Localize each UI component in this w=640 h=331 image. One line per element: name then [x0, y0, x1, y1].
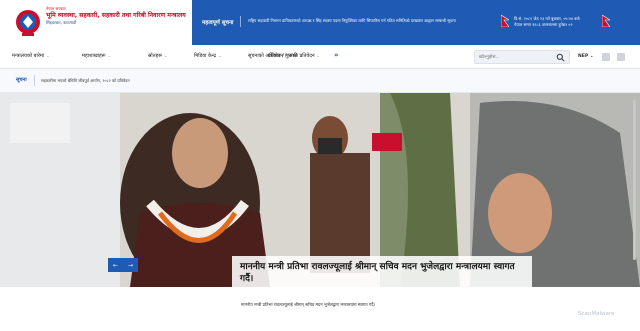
search-icon[interactable] — [556, 53, 565, 62]
hero-caption-box: माननीय मन्त्री प्रतिभा रावलज्यूलाई श्रीम… — [232, 256, 532, 288]
watermark: ScanMalware — [578, 311, 615, 317]
date-time: वि.सं. २०८२ जेठ २३ गते बुधवार, ०५:२४ बजे… — [514, 16, 580, 28]
nav-item-reports[interactable]: प्रतिवेदन / प्रगति प्रतिवेदन ⌄ — [268, 53, 320, 59]
facebook-icon[interactable] — [602, 53, 610, 61]
ministry-name: भूमि व्यवस्था, सहकारी, सहकारी तथा गरिबी … — [46, 12, 186, 19]
nepal-emblem-icon — [16, 10, 40, 36]
chevron-down-icon: ⌄ — [46, 53, 50, 58]
language-selector[interactable]: NEP ⌄ — [578, 54, 594, 59]
nepal-flag-icon — [602, 15, 610, 27]
slider-controls: ← → — [108, 258, 138, 272]
brand-block[interactable]: नेपाल सरकार भूमि व्यवस्था, सहकारी, सहकार… — [0, 0, 192, 45]
date-line-2: नेपाल समय १२८६ अन्तरालमा हुनेछ। ०२ — [514, 22, 573, 27]
nav-item-resources[interactable]: स्रोतहरू ⌄ — [148, 53, 167, 59]
notice-link[interactable]: राष्ट्रिय सहकारी नियमन प्राधिकरणको अध्यक… — [248, 18, 488, 24]
arrow-right-icon[interactable]: → — [128, 262, 133, 269]
chevron-down-icon: ⌄ — [107, 53, 111, 58]
nepal-flag-icon — [501, 15, 509, 27]
ticker-label: सूचना — [16, 77, 27, 83]
search-box — [474, 50, 570, 64]
nav-item-media[interactable]: मिडिया केन्द्र ⌄ — [194, 53, 221, 59]
site-header: नेपाल सरकार भूमि व्यवस्था, सहकारी, सहकार… — [0, 0, 640, 45]
news-ticker: सूचना सहकारीमा भएको बेथिति जीवपूर्व आयोग… — [0, 69, 640, 93]
nav-item-divisions[interactable]: महाशाखाहरू ⌄ — [82, 53, 111, 59]
search-input[interactable] — [479, 53, 555, 62]
address: सिंहदरबार, काठमाडौं — [46, 20, 77, 25]
hero-subcaption: माननीय मन्त्री प्रतिभा रावलज्यूलाई श्रीम… — [241, 302, 376, 307]
chevron-down-icon: ⌄ — [316, 53, 321, 58]
ticker-link[interactable]: सहकारीमा भएको बेथिति जीवपूर्व आयोग, २०८२… — [41, 78, 130, 84]
hero-caption: माननीय मन्त्री प्रतिभा रावलज्यूलाई श्रीम… — [240, 262, 515, 284]
nav-item-about[interactable]: मन्त्रालयको बारेमा ⌄ — [12, 53, 50, 59]
arrow-left-icon[interactable]: ← — [113, 262, 118, 269]
notice-bar: महत्वपूर्ण सूचना राष्ट्रिय सहकारी नियमन … — [192, 0, 640, 45]
ticker-divider — [34, 75, 35, 86]
chevron-down-icon: ⌄ — [218, 53, 222, 58]
chevron-down-icon: ⌄ — [164, 53, 168, 58]
chevron-down-icon: ⌄ — [589, 54, 594, 59]
brand-text: नेपाल सरकार भूमि व्यवस्था, सहकारी, सहकार… — [46, 6, 186, 26]
instagram-icon[interactable] — [617, 53, 625, 61]
nav-more-button[interactable]: » — [334, 51, 339, 59]
notice-title: महत्वपूर्ण सूचना — [202, 16, 242, 27]
scrollbar[interactable] — [633, 100, 636, 260]
